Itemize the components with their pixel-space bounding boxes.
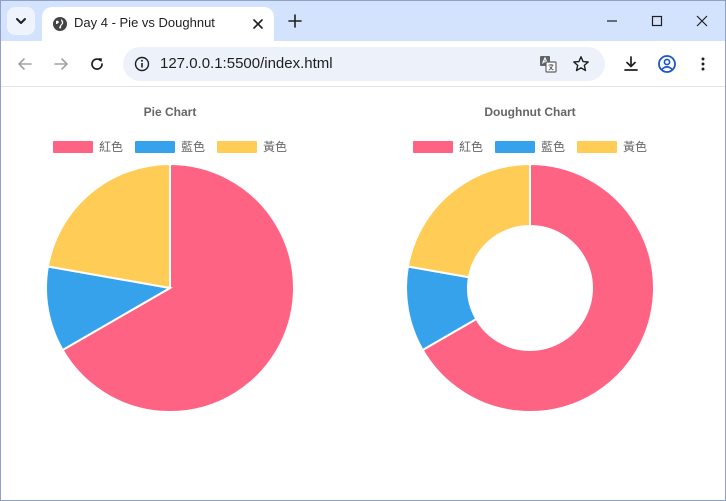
url-text: 127.0.0.1:5500/index.html <box>160 55 333 72</box>
reload-icon <box>91 58 103 70</box>
legend-item-yellow[interactable]: 黃色 <box>577 138 647 155</box>
globe-icon <box>53 17 67 31</box>
legend-label-yellow: 黃色 <box>263 140 288 154</box>
legend-swatch-red <box>52 140 93 153</box>
legend-item-red[interactable]: 紅色 <box>52 138 123 155</box>
legend-label-red: 紅色 <box>458 140 483 154</box>
close-icon <box>253 19 263 29</box>
doughnut-chart-legend: 紅色 藍色 黃色 <box>361 138 699 155</box>
translate-button[interactable] <box>538 54 558 74</box>
menu-button[interactable] <box>691 52 715 76</box>
close-icon <box>696 15 708 27</box>
chevron-down-icon <box>16 18 26 24</box>
back-button[interactable] <box>13 52 37 76</box>
legend-swatch-blue <box>134 140 175 153</box>
profile-icon <box>658 55 676 73</box>
doughnut-chart-panel: Doughnut Chart 紅色 藍色 黃色 <box>361 88 721 428</box>
arrow-right-icon <box>54 58 68 70</box>
minimize-icon <box>607 20 617 22</box>
download-icon <box>624 56 638 71</box>
tab-close-button[interactable] <box>248 14 268 34</box>
legend-swatch-blue <box>494 140 535 153</box>
page-content: Pie Chart 紅色 藍色 黃色 Doughnut Chart 紅色 藍色 … <box>1 88 725 500</box>
close-window-button[interactable] <box>687 7 717 35</box>
legend-swatch-red <box>412 140 453 153</box>
pie-chart-panel: Pie Chart 紅色 藍色 黃色 <box>1 88 361 428</box>
downloads-button[interactable] <box>619 52 643 76</box>
reload-button[interactable] <box>85 52 109 76</box>
active-tab[interactable]: Day 4 - Pie vs Doughnut <box>42 7 274 41</box>
legend-label-blue: 藍色 <box>540 140 565 154</box>
bookmark-button[interactable] <box>571 54 591 74</box>
maximize-button[interactable] <box>642 7 672 35</box>
arrow-left-icon <box>18 58 32 70</box>
browser-toolbar: 127.0.0.1:5500/index.html <box>1 41 725 87</box>
site-info-button[interactable] <box>132 54 152 74</box>
plus-icon <box>288 14 302 28</box>
legend-label-blue: 藍色 <box>180 140 205 154</box>
legend-item-yellow[interactable]: 黃色 <box>217 138 287 155</box>
star-icon <box>573 56 589 72</box>
doughnut-chart-title: Doughnut Chart <box>484 105 576 119</box>
legend-swatch-yellow <box>217 140 257 153</box>
doughnut-chart-canvas[interactable] <box>361 158 699 420</box>
address-bar[interactable]: 127.0.0.1:5500/index.html <box>123 47 605 81</box>
pie-chart-canvas[interactable] <box>1 158 339 420</box>
tab-search-button[interactable] <box>7 7 35 35</box>
info-icon <box>134 56 150 72</box>
tab-bar: Day 4 - Pie vs Doughnut <box>1 1 725 41</box>
legend-label-yellow: 黃色 <box>623 140 648 154</box>
minimize-button[interactable] <box>597 7 627 35</box>
more-vert-icon <box>701 57 705 71</box>
browser-window: Day 4 - Pie vs Doughnut 127.0.0.1:5500/i… <box>0 0 726 501</box>
legend-item-blue[interactable]: 藍色 <box>494 138 565 155</box>
tab-title: Day 4 - Pie vs Doughnut <box>74 15 215 30</box>
pie-slice-3[interactable] <box>46 162 171 290</box>
pie-chart-title: Pie Chart <box>143 105 197 119</box>
maximize-icon <box>651 15 663 27</box>
legend-item-red[interactable]: 紅色 <box>412 138 483 155</box>
profile-button[interactable] <box>655 52 679 76</box>
legend-label-red: 紅色 <box>98 140 123 154</box>
legend-item-blue[interactable]: 藍色 <box>134 138 205 155</box>
doughnut-slice-3[interactable] <box>406 162 531 279</box>
legend-swatch-yellow <box>577 140 617 153</box>
pie-chart-legend: 紅色 藍色 黃色 <box>1 138 339 155</box>
new-tab-button[interactable] <box>284 10 306 32</box>
forward-button[interactable] <box>49 52 73 76</box>
translate-icon <box>540 56 557 73</box>
